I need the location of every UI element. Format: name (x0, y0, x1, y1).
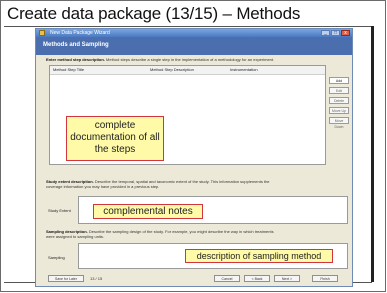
window-titlebar: New Data Package Wizard _ □ x (36, 29, 352, 37)
edit-button[interactable]: Edit (329, 87, 349, 94)
sampling-description-2: were assigned to sampling units. (46, 234, 105, 239)
title-divider (4, 26, 372, 27)
slide-side-bar (371, 26, 374, 282)
window-controls: _ □ x (321, 30, 350, 36)
move-up-button[interactable]: Move Up (329, 107, 349, 114)
maximize-button[interactable]: □ (331, 30, 340, 36)
method-step-description-bold: Enter method step description. (46, 57, 105, 62)
study-extent-description-2: coverage information you may have provid… (46, 184, 160, 189)
page-counter: 13 / 15 (90, 276, 103, 281)
method-step-description: Enter method step description. Method st… (46, 57, 274, 62)
annotation-notes: complemental notes (93, 204, 203, 219)
wizard-header-title: Methods and Sampling (43, 42, 109, 48)
annotation-steps: complete documentation of all the steps (66, 116, 164, 161)
sampling-description-line1: Describe the sampling design of the stud… (87, 229, 274, 234)
window-title: New Data Package Wizard (50, 30, 110, 36)
wizard-header: Methods and Sampling (36, 37, 352, 55)
close-button[interactable]: x (341, 30, 350, 36)
delete-button[interactable]: Delete (329, 97, 349, 104)
cancel-button[interactable]: Cancel (214, 275, 240, 282)
next-button[interactable]: Next > (274, 275, 300, 282)
column-header-title[interactable]: Method Step Title (53, 67, 84, 72)
save-for-later-button[interactable]: Save for Later (48, 275, 84, 282)
column-header-instrumentation[interactable]: Instrumentation (230, 67, 258, 72)
slide-title: Create data package (13/15) – Methods (7, 4, 301, 23)
column-header-description[interactable]: Method Step Description (150, 67, 194, 72)
move-down-button[interactable]: Move Down (329, 117, 349, 129)
method-steps-table-header: Method Step Title Method Step Descriptio… (50, 66, 325, 75)
sampling-label: Sampling (48, 255, 65, 260)
add-button[interactable]: Add (329, 77, 349, 84)
study-extent-label: Study Extent (48, 208, 71, 213)
minimize-button[interactable]: _ (321, 30, 330, 36)
app-icon (39, 30, 45, 36)
back-button[interactable]: < Back (244, 275, 270, 282)
annotation-sampling: description of sampling method (185, 249, 333, 263)
finish-button[interactable]: Finish (312, 275, 338, 282)
method-step-description-text: Method steps describe a single step in t… (104, 57, 275, 62)
